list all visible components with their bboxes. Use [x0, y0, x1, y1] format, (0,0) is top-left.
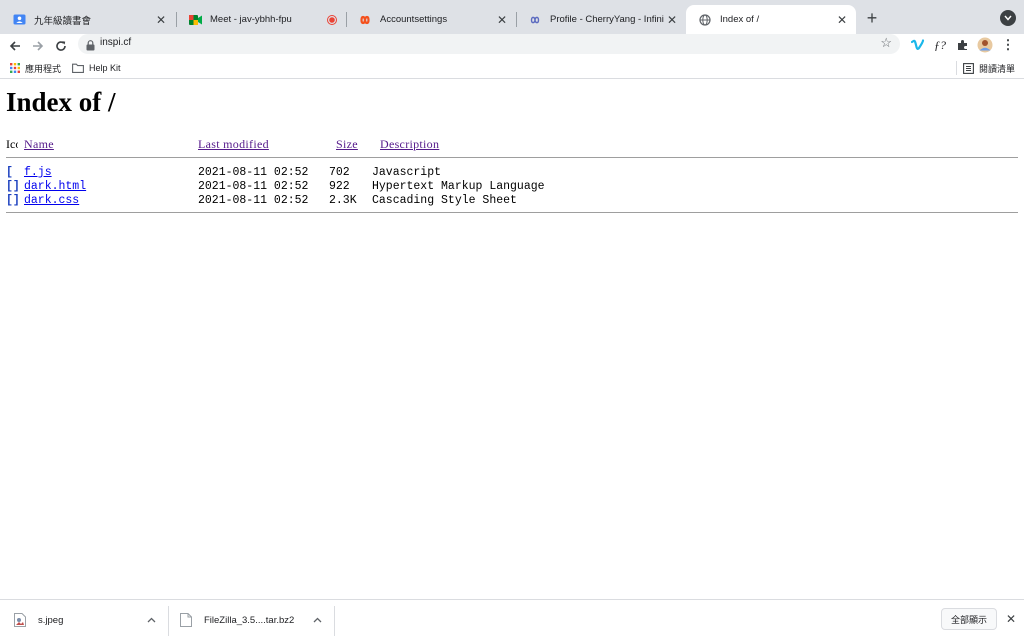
tab-title: Meet - jav-ybhh-fpu	[210, 14, 292, 25]
table-row: [] dark.html 2021-08-11 02:52 922 Hypert…	[6, 180, 1018, 194]
tab-title: Accountsettings	[380, 14, 448, 25]
download-filename: FileZilla_3.5....tar.bz2	[204, 614, 295, 626]
folder-icon	[72, 63, 84, 73]
download-filename: s.jpeg	[38, 614, 64, 626]
download-item-filezilla[interactable]: FileZilla_3.5....tar.bz2	[180, 600, 330, 640]
directory-listing: Icon Name Last modified Size Description…	[6, 137, 1018, 221]
reading-list-icon	[963, 62, 974, 74]
file-description: Hypertext Markup Language	[372, 180, 545, 193]
file-icon[interactable]: []	[6, 180, 18, 194]
reload-icon	[56, 41, 66, 51]
tab-search-button[interactable]	[1000, 10, 1016, 26]
close-tab-icon[interactable]: ✕	[494, 12, 510, 28]
file-icon[interactable]: [	[6, 166, 18, 180]
tab-profile[interactable]: Profile - CherryYang - InfinityFree ✕	[516, 5, 686, 34]
file-description: Cascading Style Sheet	[372, 194, 517, 207]
close-shelf-icon[interactable]: ✕	[1004, 612, 1018, 626]
footer-divider	[6, 212, 1018, 213]
file-link[interactable]: f.js	[24, 166, 52, 179]
reload-button[interactable]	[51, 36, 71, 56]
file-size: 2.3K	[329, 194, 357, 207]
close-tab-icon[interactable]: ✕	[664, 12, 680, 28]
globe-icon	[698, 13, 712, 27]
file-link[interactable]: dark.css	[24, 194, 79, 207]
tab-title: Index of /	[720, 14, 760, 25]
tab-account-settings[interactable]: Accountsettings ✕	[346, 5, 516, 34]
file-modified: 2021-08-11 02:52	[198, 180, 309, 193]
image-file-icon	[14, 613, 26, 627]
back-button[interactable]	[5, 36, 25, 56]
file-link[interactable]: dark.html	[24, 180, 86, 193]
tab-meet[interactable]: Meet - jav-ybhh-fpu	[176, 5, 346, 34]
file-icon[interactable]: []	[6, 194, 18, 208]
url-text[interactable]: inspi.cf	[100, 37, 131, 48]
sort-by-description-link[interactable]: Description	[380, 137, 439, 151]
bookmarks-separator	[956, 61, 957, 75]
page-content: Index of / Icon Name Last modified Size …	[0, 79, 1024, 599]
tab-strip: 九年級讀書會 ✕ Meet - jav-ybhh-fpu Accountsett…	[0, 0, 1024, 34]
chevron-down-icon	[1004, 15, 1012, 21]
file-description: Javascript	[372, 166, 442, 179]
address-bar[interactable]: inspi.cf ☆	[78, 34, 900, 54]
download-separator	[168, 606, 169, 636]
table-row: [ f.js 2021-08-11 02:52 702 Javascript	[6, 166, 1018, 180]
profile-avatar[interactable]	[976, 36, 994, 54]
contact-card-icon	[12, 13, 26, 27]
sort-by-size-link[interactable]: Size	[336, 137, 358, 151]
download-item-jpeg[interactable]: s.jpeg	[14, 600, 164, 640]
close-tab-icon[interactable]: ✕	[153, 12, 169, 28]
bookmark-label: Help Kit	[89, 63, 121, 73]
download-separator	[334, 606, 335, 636]
infinity-logo-icon	[358, 13, 372, 27]
bookmark-label: 應用程式	[25, 63, 62, 74]
arrow-left-icon	[9, 41, 20, 51]
listing-header-row: Icon Name Last modified Size Description	[6, 137, 1018, 151]
arrow-right-icon	[33, 41, 44, 51]
new-tab-button[interactable]: +	[862, 8, 882, 28]
tab-title: Profile - CherryYang - InfinityFree	[550, 14, 664, 25]
infinity-loop-icon	[528, 13, 542, 27]
sort-by-modified-link[interactable]: Last modified	[198, 137, 269, 151]
show-all-downloads-button[interactable]: 全部顯示	[941, 608, 997, 630]
chevron-up-icon[interactable]	[147, 615, 156, 626]
bookmark-star-icon[interactable]: ☆	[880, 35, 892, 51]
file-modified: 2021-08-11 02:52	[198, 166, 309, 179]
extensions-puzzle-icon[interactable]	[954, 36, 972, 54]
sort-by-name-link[interactable]: Name	[24, 137, 54, 151]
formula-extension-icon[interactable]: ƒ?	[931, 36, 949, 54]
browser-toolbar: inspi.cf ☆ ƒ? ⋮	[0, 34, 1024, 58]
page-title: Index of /	[6, 87, 116, 117]
table-row: [] dark.css 2021-08-11 02:52 2.3K Cascad…	[6, 194, 1018, 208]
chevron-up-icon[interactable]	[313, 615, 322, 626]
tab-index-of[interactable]: Index of / ✕	[686, 5, 856, 34]
reading-list-label: 閱讀清單	[979, 63, 1016, 74]
file-modified: 2021-08-11 02:52	[198, 194, 309, 207]
file-icon	[180, 613, 192, 627]
apps-grid-icon	[10, 63, 20, 73]
downloads-shelf: s.jpeg FileZilla_3.5....tar.bz2 全部顯示 ✕	[0, 599, 1024, 641]
column-header-icon: Icon	[6, 137, 18, 151]
browser-menu-icon[interactable]: ⋮	[999, 36, 1017, 54]
file-size: 922	[329, 180, 350, 193]
lock-icon[interactable]	[86, 38, 98, 51]
bookmarks-bar: 應用程式 Help Kit 閱讀清單	[0, 58, 1024, 79]
file-size: 702	[329, 166, 350, 179]
tab-title: 九年級讀書會	[34, 15, 92, 27]
google-meet-icon	[188, 13, 202, 27]
bookmark-help-kit[interactable]: Help Kit	[72, 61, 121, 75]
recording-indicator-icon	[324, 12, 340, 28]
header-divider	[6, 157, 1018, 158]
forward-button[interactable]	[28, 36, 48, 56]
vimeo-extension-icon[interactable]	[909, 36, 927, 54]
close-tab-icon[interactable]: ✕	[834, 12, 850, 28]
bookmark-apps[interactable]: 應用程式	[10, 61, 61, 75]
reading-list-button[interactable]: 閱讀清單	[963, 61, 1015, 75]
tab-reading-club[interactable]: 九年級讀書會 ✕	[0, 5, 175, 34]
